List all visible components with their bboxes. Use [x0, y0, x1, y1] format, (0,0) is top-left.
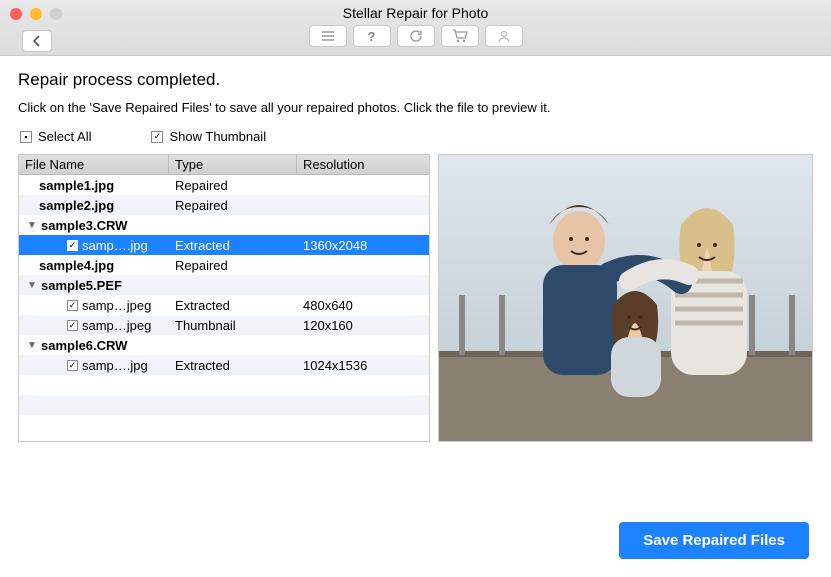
minimize-window-button[interactable]: [30, 8, 42, 20]
show-thumbnail-label: Show Thumbnail: [169, 129, 266, 144]
cell-filename: sample2.jpg: [19, 198, 169, 213]
disclosure-icon[interactable]: ▼: [27, 340, 37, 351]
col-filename[interactable]: File Name: [19, 155, 169, 174]
file-table: File Name Type Resolution sample1.jpgRep…: [18, 154, 430, 442]
cell-resolution: 1360x2048: [297, 236, 429, 255]
select-all-label: Select All: [38, 129, 91, 144]
refresh-icon[interactable]: [397, 25, 435, 47]
table-row[interactable]: ✓ samp…jpegThumbnail120x160: [19, 315, 429, 335]
options-row: ▪ Select All ✓ Show Thumbnail: [18, 129, 813, 144]
cell-type: [169, 223, 297, 227]
cell-resolution: [297, 263, 429, 267]
table-row-empty: [19, 415, 429, 435]
cell-type: [169, 283, 297, 287]
cell-type: Repaired: [169, 176, 297, 195]
table-row[interactable]: sample4.jpgRepaired: [19, 255, 429, 275]
cell-filename: sample4.jpg: [19, 258, 169, 273]
row-checkbox[interactable]: ✓: [67, 300, 78, 311]
disclosure-icon[interactable]: ▼: [27, 220, 37, 231]
table-header: File Name Type Resolution: [19, 155, 429, 175]
table-row-empty: [19, 375, 429, 395]
cell-filename: ▼sample5.PEF: [19, 278, 169, 293]
table-row[interactable]: ✓ samp….jpgExtracted1024x1536: [19, 355, 429, 375]
cell-resolution: [297, 223, 429, 227]
photo-preview[interactable]: [438, 154, 813, 442]
cell-filename: ▼sample6.CRW: [19, 338, 169, 353]
cell-type: Repaired: [169, 256, 297, 275]
maximize-window-button[interactable]: [50, 8, 62, 20]
cell-type: Extracted: [169, 356, 297, 375]
table-row[interactable]: ▼sample5.PEF: [19, 275, 429, 295]
cart-icon[interactable]: [441, 25, 479, 47]
cell-resolution: [297, 283, 429, 287]
toolbar: ?: [0, 25, 831, 47]
cell-filename: ✓ samp….jpg: [19, 238, 169, 253]
row-checkbox[interactable]: ✓: [67, 360, 78, 371]
table-row-empty: [19, 395, 429, 415]
table-row[interactable]: ▼sample3.CRW: [19, 215, 429, 235]
user-icon[interactable]: [485, 25, 523, 47]
cell-type: [169, 343, 297, 347]
list-icon[interactable]: [309, 25, 347, 47]
cell-type: Extracted: [169, 236, 297, 255]
content-area: Repair process completed. Click on the '…: [0, 56, 831, 577]
show-thumbnail-checkbox[interactable]: ✓ Show Thumbnail: [151, 129, 266, 144]
checkbox-icon: ✓: [151, 131, 163, 143]
cell-filename: ✓ samp…jpeg: [19, 298, 169, 313]
row-checkbox[interactable]: ✓: [67, 240, 78, 251]
cell-type: Thumbnail: [169, 316, 297, 335]
cell-resolution: [297, 183, 429, 187]
window-title: Stellar Repair for Photo: [0, 0, 831, 21]
cell-filename: ▼sample3.CRW: [19, 218, 169, 233]
checkbox-icon: ▪: [20, 131, 32, 143]
cell-resolution: 120x160: [297, 316, 429, 335]
cell-filename: sample1.jpg: [19, 178, 169, 193]
table-row[interactable]: sample2.jpgRepaired: [19, 195, 429, 215]
col-resolution[interactable]: Resolution: [297, 155, 429, 174]
cell-resolution: [297, 343, 429, 347]
status-subline: Click on the 'Save Repaired Files' to sa…: [18, 100, 813, 115]
window-controls: [10, 8, 62, 20]
cell-type: Repaired: [169, 196, 297, 215]
close-window-button[interactable]: [10, 8, 22, 20]
table-body: sample1.jpgRepairedsample2.jpgRepaired▼s…: [19, 175, 429, 435]
help-icon[interactable]: ?: [353, 25, 391, 47]
cell-resolution: 480x640: [297, 296, 429, 315]
table-row[interactable]: sample1.jpgRepaired: [19, 175, 429, 195]
save-repaired-button[interactable]: Save Repaired Files: [619, 522, 809, 559]
col-type[interactable]: Type: [169, 155, 297, 174]
table-row[interactable]: ▼sample6.CRW: [19, 335, 429, 355]
row-checkbox[interactable]: ✓: [67, 320, 78, 331]
back-button[interactable]: [22, 30, 52, 52]
cell-filename: ✓ samp….jpg: [19, 358, 169, 373]
titlebar: Stellar Repair for Photo ?: [0, 0, 831, 56]
cell-resolution: 1024x1536: [297, 356, 429, 375]
status-headline: Repair process completed.: [18, 70, 813, 90]
cell-filename: ✓ samp…jpeg: [19, 318, 169, 333]
disclosure-icon[interactable]: ▼: [27, 280, 37, 291]
cell-type: Extracted: [169, 296, 297, 315]
cell-resolution: [297, 203, 429, 207]
table-row[interactable]: ✓ samp….jpgExtracted1360x2048: [19, 235, 429, 255]
table-row[interactable]: ✓ samp…jpegExtracted480x640: [19, 295, 429, 315]
select-all-checkbox[interactable]: ▪ Select All: [20, 129, 91, 144]
